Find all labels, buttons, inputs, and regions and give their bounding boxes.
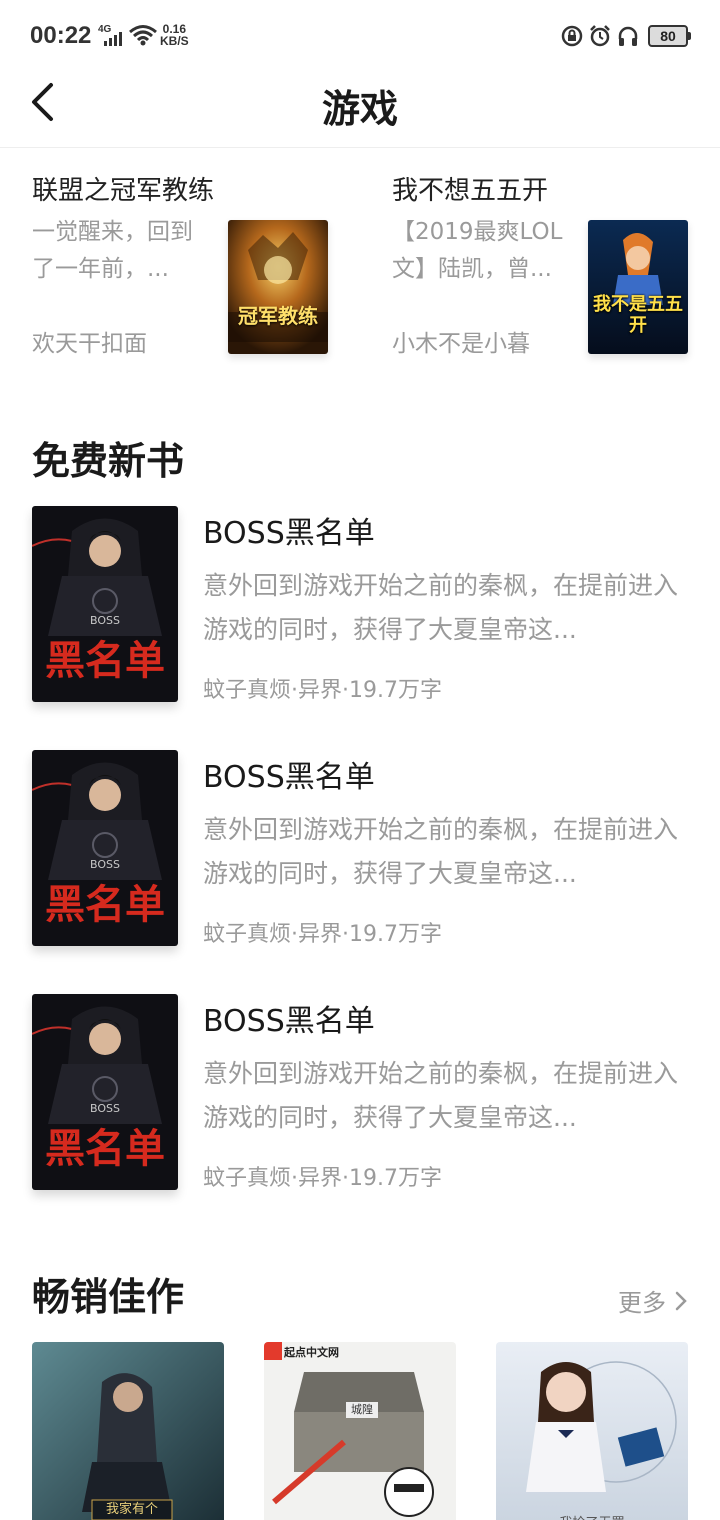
featured-author: 小木不是小暮 xyxy=(392,331,530,357)
book-cover[interactable]: BOSS 黑名单 xyxy=(32,750,178,946)
featured-cover[interactable]: 冠军教练 xyxy=(228,220,328,354)
cover-subtitle: BOSS xyxy=(90,858,120,871)
book-title: BOSS黑名单 xyxy=(203,760,375,795)
cover-subtitle: BOSS xyxy=(90,614,120,627)
chevron-right-icon xyxy=(675,1291,687,1310)
cover-title-text: 黑名单 xyxy=(45,881,165,928)
book-title: BOSS黑名单 xyxy=(203,516,375,551)
section-title-bestsellers: 畅销佳作 xyxy=(32,1274,185,1319)
lock-rotation-icon xyxy=(561,25,583,47)
more-link[interactable]: 更多 xyxy=(618,1283,688,1318)
list-item[interactable]: BOSS 黑名单 BOSS黑名单 意外回到游戏开始之前的秦枫，在提前进入游戏的同… xyxy=(32,994,688,1191)
cover-title-text: 冠军教练 xyxy=(238,304,318,328)
publisher-badge: 起点中文网 xyxy=(284,1346,339,1359)
featured-cover[interactable]: 我不是五五开 xyxy=(588,220,688,354)
alarm-icon xyxy=(590,25,610,47)
cover-title-text: 我不是五五开 xyxy=(593,294,683,336)
page-title: 游戏 xyxy=(321,86,398,131)
more-label: 更多 xyxy=(618,1289,666,1317)
cover-caption: 我捡了无罪 xyxy=(496,1512,688,1520)
featured-author: 欢天干扣面 xyxy=(32,331,147,357)
wifi-icon xyxy=(129,25,157,46)
book-description: 意外回到游戏开始之前的秦枫，在提前进入游戏的同时，获得了大夏皇帝这... xyxy=(203,1059,679,1132)
status-bar: 00:22 4G 0.16 KB/S 80 xyxy=(0,0,720,72)
book-cover[interactable]: BOSS 黑名单 xyxy=(32,994,178,1190)
book-meta: 蚊子真烦·异界·19.7万字 xyxy=(203,678,442,703)
status-time: 00:22 xyxy=(30,22,92,49)
cover-title-text: 黑名单 xyxy=(45,637,165,684)
featured-book-1[interactable]: 联盟之冠军教练 一觉醒来，回到了一年前，... 欢天干扣面 冠军教练 xyxy=(32,170,332,360)
signal-icon xyxy=(104,32,122,46)
book-description: 意外回到游戏开始之前的秦枫，在提前进入游戏的同时，获得了大夏皇帝这... xyxy=(203,571,679,644)
cover-title-text: 黑名单 xyxy=(45,1125,165,1172)
bestseller-cover-3[interactable]: 我捡了无罪 xyxy=(496,1342,688,1520)
featured-desc: 一觉醒来，回到了一年前，... xyxy=(32,219,193,282)
book-cover[interactable]: BOSS 黑名单 xyxy=(32,506,178,702)
cover-caption: 我家有个 xyxy=(105,1502,158,1517)
headphones-icon xyxy=(618,26,638,46)
speed-unit: KB/S xyxy=(160,34,189,48)
book-title: BOSS黑名单 xyxy=(203,1004,375,1039)
list-item[interactable]: BOSS 黑名单 BOSS黑名单 意外回到游戏开始之前的秦枫，在提前进入游戏的同… xyxy=(32,506,688,703)
book-meta: 蚊子真烦·异界·19.7万字 xyxy=(203,922,442,947)
featured-title: 联盟之冠军教练 xyxy=(32,176,215,206)
bestseller-cover-1[interactable]: 我家有个 xyxy=(32,1342,224,1520)
battery-indicator: 80 xyxy=(648,25,691,47)
featured-title: 我不想五五开 xyxy=(392,176,549,206)
featured-book-2[interactable]: 我不想五五开 【2019最爽LOL文】陆凯，曾... 小木不是小暮 我不是五五开 xyxy=(392,170,692,360)
network-speed: 0.16 KB/S xyxy=(160,23,189,47)
book-meta: 蚊子真烦·异界·19.7万字 xyxy=(203,1166,442,1191)
top-nav: 游戏 xyxy=(0,72,720,148)
section-title-free-new: 免费新书 xyxy=(32,438,185,483)
cover-caption: 城隍 xyxy=(351,1403,373,1416)
list-item[interactable]: BOSS 黑名单 BOSS黑名单 意外回到游戏开始之前的秦枫，在提前进入游戏的同… xyxy=(32,750,688,947)
bestseller-cover-2[interactable]: 起点中文网 城隍 xyxy=(264,1342,456,1520)
cover-subtitle: BOSS xyxy=(90,1102,120,1115)
book-description: 意外回到游戏开始之前的秦枫，在提前进入游戏的同时，获得了大夏皇帝这... xyxy=(203,815,679,888)
featured-desc: 【2019最爽LOL文】陆凯，曾... xyxy=(392,219,563,282)
